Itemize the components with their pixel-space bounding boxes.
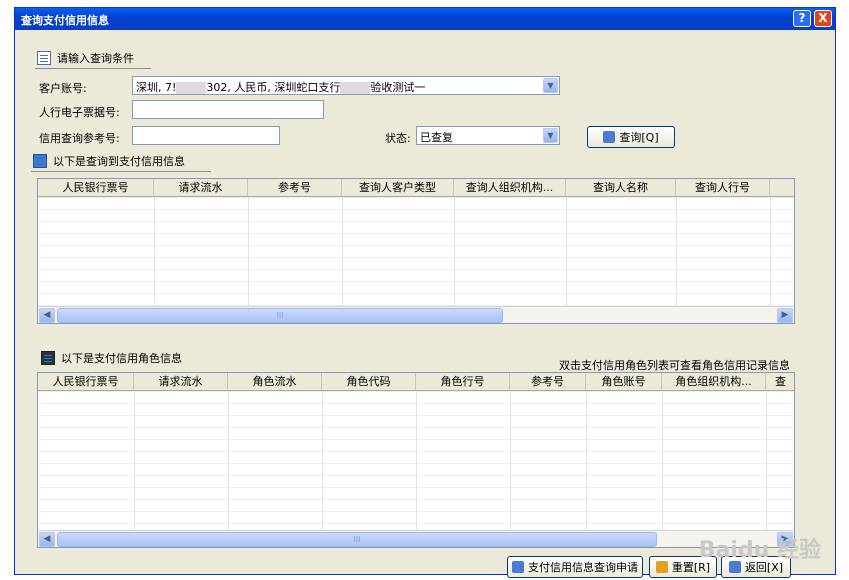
redacted-block bbox=[340, 82, 371, 94]
column-header[interactable]: 查询人客户类型 bbox=[342, 179, 454, 196]
customer-account-value-part2: 302, 人民币, 深圳蛇口支行 bbox=[206, 81, 341, 94]
apply-credit-query-button[interactable]: 支付信用信息查询申请 bbox=[507, 556, 643, 578]
query-payment-credit-window: 查询支付信用信息 ? X 请输入查询条件 客户账号: 深圳, 7! 302, 人民… bbox=[14, 7, 836, 578]
payment-credit-table[interactable]: 人民银行票号 请求流水 参考号 查询人客户类型 查询人组织机构... 查询人名称… bbox=[37, 178, 795, 324]
customer-account-value-part3: 验收测试一 bbox=[370, 81, 426, 94]
scroll-right-icon[interactable]: ▶ bbox=[777, 308, 793, 323]
table-body[interactable] bbox=[38, 391, 794, 530]
column-header[interactable]: 角色账号 bbox=[586, 373, 662, 390]
column-header[interactable]: 参考号 bbox=[510, 373, 586, 390]
column-header[interactable]: 请求流水 bbox=[154, 179, 248, 196]
credit-ref-label: 信用查询参考号: bbox=[39, 132, 120, 145]
column-header[interactable]: 查询人名称 bbox=[566, 179, 676, 196]
title-bar[interactable]: 查询支付信用信息 ? X bbox=[15, 8, 835, 30]
payment-credit-section-header: 以下是查询到支付信用信息 bbox=[33, 153, 185, 169]
customer-account-label: 客户账号: bbox=[39, 82, 87, 95]
divider bbox=[35, 68, 151, 69]
column-header[interactable]: 人民银行票号 bbox=[38, 179, 154, 196]
reset-icon bbox=[655, 561, 668, 573]
help-button[interactable]: ? bbox=[793, 10, 811, 27]
monitor-icon bbox=[41, 351, 55, 365]
bank-note-input[interactable] bbox=[132, 100, 324, 119]
column-header[interactable]: 查 bbox=[766, 373, 794, 390]
column-header[interactable]: 角色流水 bbox=[228, 373, 322, 390]
divider bbox=[31, 171, 211, 172]
column-header[interactable]: 人民银行票号 bbox=[38, 373, 134, 390]
query-button-label: 查询[Q] bbox=[619, 131, 659, 144]
window-title: 查询支付信用信息 bbox=[21, 14, 109, 27]
chevron-down-icon[interactable]: ▼ bbox=[543, 78, 558, 93]
column-header[interactable]: 参考号 bbox=[248, 179, 342, 196]
scroll-thumb[interactable]: III bbox=[57, 532, 657, 547]
horizontal-scrollbar[interactable]: ◀ III ▶ bbox=[38, 306, 794, 323]
watermark: Baidu 经验 bbox=[698, 538, 821, 563]
column-header[interactable]: 查询人组织机构... bbox=[454, 179, 566, 196]
customer-account-select[interactable]: 深圳, 7! 302, 人民币, 深圳蛇口支行 验收测试一 ▼ bbox=[132, 76, 560, 95]
role-hint-text: 双击支付信用角色列表可查看角色信用记录信息 bbox=[559, 359, 790, 372]
role-section-header: 以下是支付信用角色信息 bbox=[41, 350, 182, 366]
scroll-left-icon[interactable]: ◀ bbox=[39, 532, 55, 547]
chevron-down-icon[interactable]: ▼ bbox=[543, 128, 558, 143]
bank-note-label: 人行电子票据号: bbox=[39, 106, 120, 119]
payment-credit-section-title: 以下是查询到支付信用信息 bbox=[53, 155, 185, 168]
status-value: 已查复 bbox=[420, 131, 453, 144]
table-header: 人民银行票号 请求流水 参考号 查询人客户类型 查询人组织机构... 查询人名称… bbox=[38, 179, 794, 197]
column-header[interactable]: 查询人行号 bbox=[676, 179, 770, 196]
window-content: 请输入查询条件 客户账号: 深圳, 7! 302, 人民币, 深圳蛇口支行 验收测试… bbox=[15, 30, 835, 578]
table-body[interactable] bbox=[38, 197, 794, 306]
customer-account-value-part1: 深圳, 7! bbox=[136, 81, 177, 94]
horizontal-scrollbar[interactable]: ◀ III ▶ bbox=[38, 530, 794, 547]
credit-ref-input[interactable] bbox=[132, 126, 280, 145]
document-icon bbox=[33, 154, 47, 168]
scroll-thumb[interactable]: III bbox=[57, 308, 503, 323]
column-header[interactable]: 角色行号 bbox=[416, 373, 510, 390]
close-button[interactable]: X bbox=[814, 10, 832, 27]
table-header: 人民银行票号 请求流水 角色流水 角色代码 角色行号 参考号 角色账号 角色组织… bbox=[38, 373, 794, 391]
query-section-title: 请输入查询条件 bbox=[57, 52, 134, 65]
status-label: 状态: bbox=[385, 132, 411, 145]
column-header[interactable]: 角色代码 bbox=[322, 373, 416, 390]
status-select[interactable]: 已查复 ▼ bbox=[416, 126, 560, 145]
column-header[interactable]: 角色组织机构... bbox=[662, 373, 766, 390]
search-icon bbox=[603, 131, 616, 143]
query-section-header: 请输入查询条件 bbox=[37, 50, 134, 66]
role-table[interactable]: 人民银行票号 请求流水 角色流水 角色代码 角色行号 参考号 角色账号 角色组织… bbox=[37, 372, 795, 548]
scroll-left-icon[interactable]: ◀ bbox=[39, 308, 55, 323]
document-icon bbox=[512, 561, 524, 573]
redacted-block bbox=[176, 82, 207, 94]
edit-icon bbox=[37, 51, 51, 65]
role-section-title: 以下是支付信用角色信息 bbox=[61, 352, 182, 365]
query-button[interactable]: 查询[Q] bbox=[587, 126, 675, 148]
apply-button-label: 支付信用信息查询申请 bbox=[528, 561, 638, 574]
column-header[interactable]: 请求流水 bbox=[134, 373, 228, 390]
